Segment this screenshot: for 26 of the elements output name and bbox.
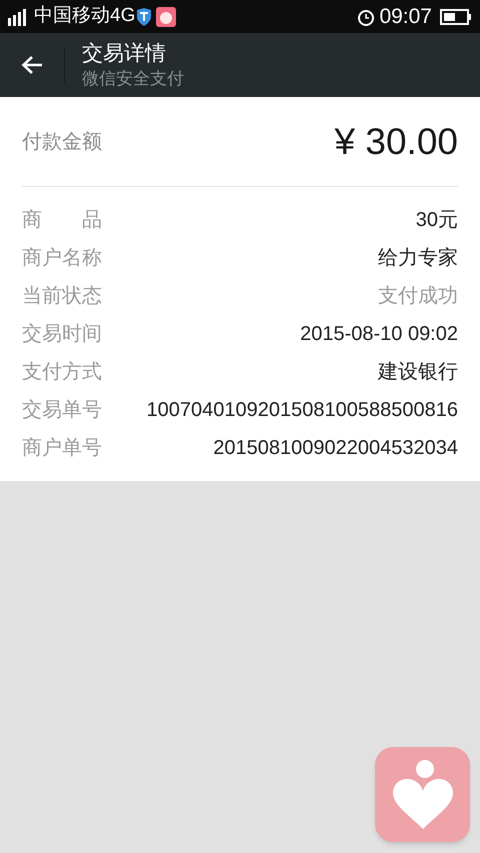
back-arrow-icon	[21, 55, 43, 75]
detail-value: 给力专家	[378, 246, 458, 271]
app-notification-icon	[156, 6, 176, 26]
page-subtitle: 微信安全支付	[82, 68, 184, 90]
shield-icon	[136, 8, 152, 26]
detail-value: 建设银行	[378, 360, 458, 385]
detail-value: 2015081009022004532034	[213, 436, 458, 461]
detail-label: 当前状态	[22, 284, 102, 309]
detail-label: 交易时间	[22, 322, 102, 347]
amount-label: 付款金额	[22, 130, 102, 154]
battery-icon	[440, 8, 472, 24]
detail-label: 交易单号	[22, 398, 102, 423]
amount-value: ¥ 30.00	[334, 120, 458, 164]
detail-value: 30元	[416, 208, 458, 233]
detail-label: 支付方式	[22, 360, 102, 385]
detail-value: 1007040109201508100588500816	[146, 398, 458, 423]
carrier-name: 中国移动4G	[34, 4, 136, 28]
heart-person-icon	[390, 758, 454, 830]
clock-time: 09:07	[379, 4, 432, 30]
alarm-icon	[357, 8, 376, 26]
detail-value: 2015-08-10 09:02	[300, 322, 458, 347]
detail-label: 商户名称	[22, 246, 102, 271]
detail-value: 支付成功	[378, 284, 458, 309]
detail-label: 商 品	[22, 208, 102, 233]
detail-label: 商户单号	[22, 436, 102, 461]
page-title: 交易详情	[82, 41, 167, 67]
